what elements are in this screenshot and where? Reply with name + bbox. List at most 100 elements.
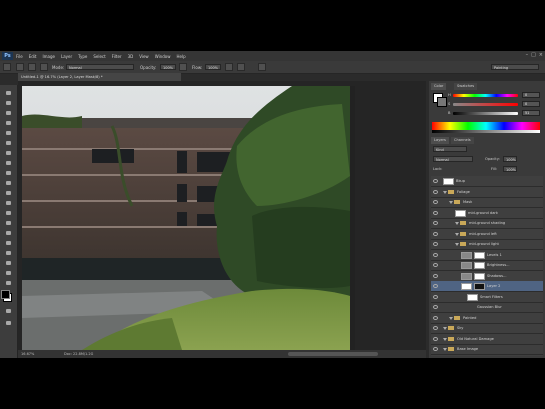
saturation-value[interactable]: 0 (522, 101, 540, 107)
expand-triangle-icon[interactable] (443, 190, 447, 194)
menu-select[interactable]: Select (93, 54, 105, 59)
layer-row[interactable]: Brightness... (431, 260, 543, 271)
quick-mask-icon[interactable] (4, 307, 13, 315)
layer-row[interactable]: mid-ground left (431, 229, 543, 240)
visibility-eye-icon[interactable] (433, 221, 438, 225)
color-ramp[interactable] (432, 122, 540, 130)
tab-channels[interactable]: Channels (451, 137, 474, 144)
expand-triangle-icon[interactable] (443, 348, 447, 351)
eyedropper-tool-icon[interactable] (4, 139, 13, 147)
layer-filter-kind[interactable]: Kind (433, 146, 467, 152)
visibility-eye-icon[interactable] (433, 326, 438, 330)
layer-row[interactable]: Old Natural Damage (431, 334, 543, 345)
visibility-eye-icon[interactable] (433, 231, 438, 236)
layer-row[interactable]: Base Image (431, 344, 543, 355)
fill-field[interactable]: 100% (503, 166, 517, 172)
type-tool-icon[interactable] (4, 239, 13, 247)
visibility-eye-icon[interactable] (433, 200, 438, 204)
layer-mask-thumbnail[interactable] (474, 262, 485, 269)
workspace-select[interactable]: Painting (491, 64, 539, 70)
pressure-size-icon[interactable] (237, 63, 245, 71)
tab-swatches[interactable]: Swatches (454, 83, 478, 90)
shape-tool-icon[interactable] (4, 259, 13, 267)
menu-3d[interactable]: 3D (128, 54, 134, 59)
expand-triangle-icon[interactable] (443, 327, 447, 330)
mode-select[interactable]: Normal (66, 64, 134, 70)
move-tool-icon[interactable] (4, 89, 13, 97)
visibility-eye-icon[interactable] (433, 347, 438, 351)
path-select-tool-icon[interactable] (4, 249, 13, 257)
screen-mode-icon[interactable] (4, 319, 13, 327)
gray-ramp[interactable] (432, 130, 540, 133)
visibility-eye-icon[interactable] (433, 210, 438, 215)
expand-triangle-icon[interactable] (449, 316, 453, 320)
visibility-eye-icon[interactable] (433, 294, 438, 299)
layer-row[interactable]: Foliage (431, 187, 543, 198)
zoom-level[interactable]: 16.67% (21, 350, 34, 358)
airbrush-icon[interactable] (225, 63, 233, 71)
blur-tool-icon[interactable] (4, 209, 13, 217)
brightness-value[interactable]: 51 (522, 110, 540, 116)
layer-blend-mode[interactable]: Normal (433, 156, 473, 162)
horizontal-scrollbar[interactable] (288, 352, 378, 356)
layer-row[interactable]: Painted (431, 313, 543, 324)
menu-file[interactable]: File (16, 54, 23, 59)
canvas-image[interactable] (22, 86, 350, 350)
layer-row[interactable]: mid-ground light (431, 239, 543, 250)
layer-mask-thumbnail[interactable] (474, 251, 485, 259)
opacity-field[interactable]: 100% (160, 64, 176, 70)
layer-row[interactable]: Levels 1 (431, 250, 543, 261)
maximize-icon[interactable]: □ (531, 52, 536, 58)
visibility-eye-icon[interactable] (433, 263, 438, 267)
expand-triangle-icon[interactable] (455, 232, 459, 236)
document-tab[interactable]: Untitled-1 @ 16.7% (Layer 2, Layer Mask/… (18, 73, 181, 81)
menu-layer[interactable]: Layer (61, 54, 72, 59)
brightness-slider[interactable] (453, 112, 518, 115)
menu-help[interactable]: Help (176, 54, 185, 59)
visibility-eye-icon[interactable] (433, 305, 438, 309)
minimize-icon[interactable]: – (526, 52, 529, 58)
pen-tool-icon[interactable] (4, 229, 13, 237)
foreground-color-swatch[interactable] (1, 290, 10, 299)
expand-triangle-icon[interactable] (449, 201, 453, 204)
hand-tool-icon[interactable] (4, 269, 13, 277)
visibility-eye-icon[interactable] (433, 189, 438, 194)
brush-preset-icon[interactable] (3, 63, 11, 71)
clone-stamp-tool-icon[interactable] (4, 169, 13, 177)
layer-row[interactable]: Sky (431, 323, 543, 334)
menu-type[interactable]: Type (78, 54, 87, 59)
visibility-eye-icon[interactable] (433, 336, 438, 341)
target-icon[interactable] (258, 63, 266, 71)
layer-mask-thumbnail[interactable] (474, 283, 485, 290)
layers-opacity-field[interactable]: 100% (503, 156, 517, 162)
layer-row[interactable]: Smart Filters (431, 292, 543, 303)
visibility-eye-icon[interactable] (433, 179, 438, 183)
layer-row[interactable]: Layer 2 (431, 281, 543, 292)
layer-row[interactable]: Mask (431, 197, 543, 208)
zoom-tool-icon[interactable] (4, 279, 13, 287)
brush-size-icon[interactable] (16, 63, 24, 71)
quick-select-tool-icon[interactable] (4, 119, 13, 127)
layer-row[interactable]: Gaussian Blur (431, 302, 543, 313)
expand-triangle-icon[interactable] (455, 243, 459, 246)
saturation-slider[interactable] (453, 103, 518, 106)
lasso-tool-icon[interactable] (4, 109, 13, 117)
visibility-eye-icon[interactable] (433, 242, 438, 246)
expand-triangle-icon[interactable] (455, 222, 459, 225)
dodge-tool-icon[interactable] (4, 219, 13, 227)
layer-row[interactable]: Bkup (431, 176, 543, 187)
tab-layers[interactable]: Layers (431, 137, 449, 144)
menu-view[interactable]: View (139, 54, 149, 59)
tab-color[interactable]: Color (431, 83, 447, 90)
crop-tool-icon[interactable] (4, 129, 13, 137)
menu-filter[interactable]: Filter (112, 54, 122, 59)
vertical-scrollbar[interactable] (350, 86, 355, 350)
layer-row[interactable]: Shadows... (431, 271, 543, 282)
eraser-tool-icon[interactable] (4, 189, 13, 197)
layer-row[interactable]: mid-ground shading (431, 218, 543, 229)
visibility-eye-icon[interactable] (433, 273, 438, 278)
marquee-tool-icon[interactable] (4, 99, 13, 107)
hue-slider[interactable] (453, 94, 518, 97)
expand-triangle-icon[interactable] (443, 337, 447, 341)
hue-value[interactable]: 0 (522, 92, 540, 98)
